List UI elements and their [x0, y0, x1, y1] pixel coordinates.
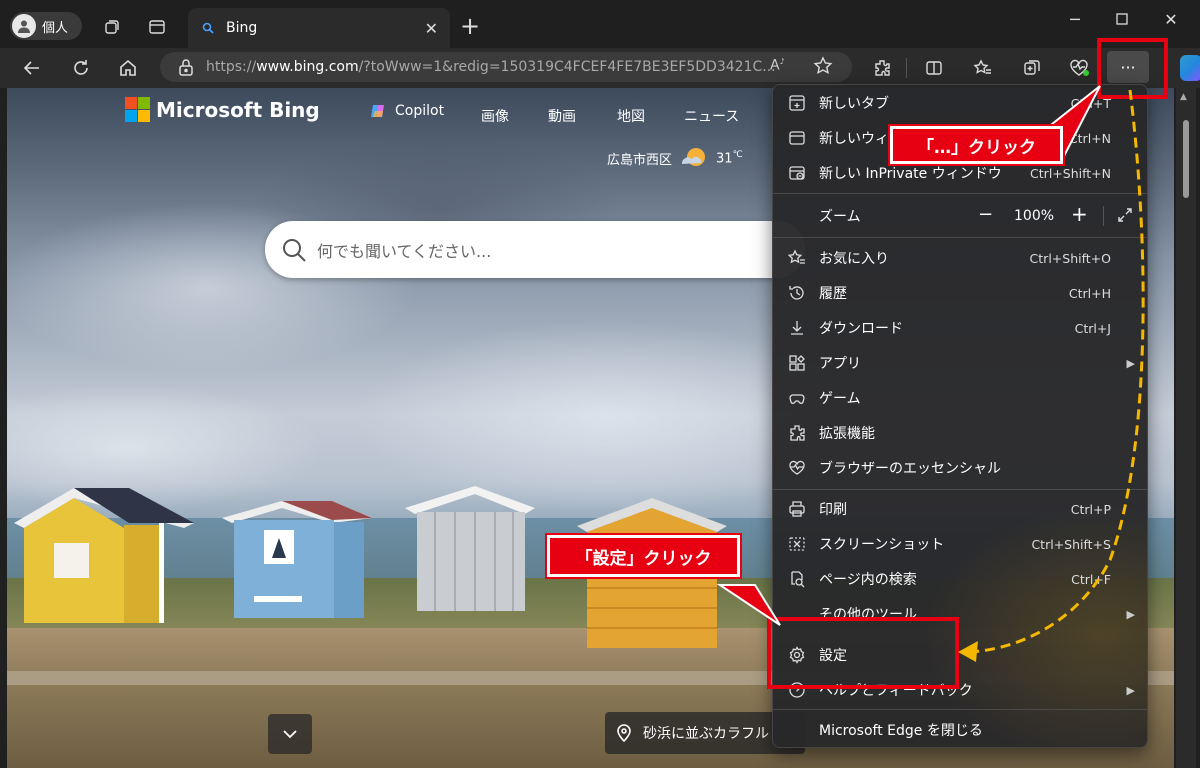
dashed-guide-arrow [967, 89, 1145, 654]
settings-callout-pointer [716, 584, 781, 626]
more-callout-label: 「…」クリック [890, 126, 1063, 164]
annotation-arrows [716, 85, 1145, 662]
settings-callout-label: 「設定」クリック [547, 535, 740, 577]
arrowhead-icon [958, 641, 978, 662]
